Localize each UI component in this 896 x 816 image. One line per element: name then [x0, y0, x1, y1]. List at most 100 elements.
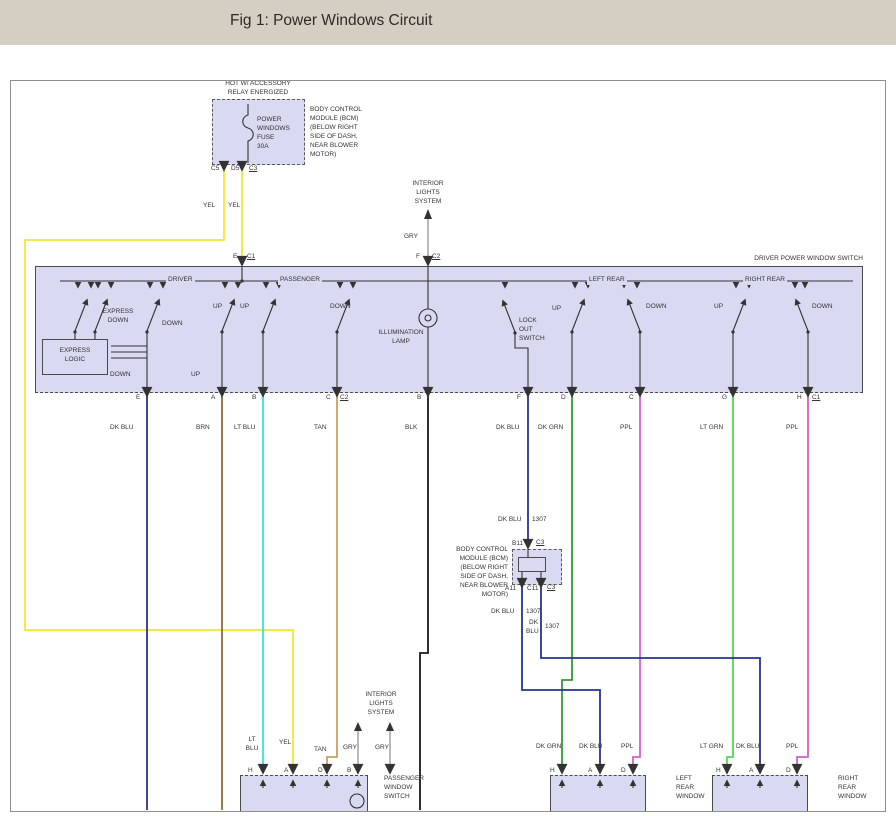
pin-f: F [517, 394, 521, 403]
connector-c1-top: C1 [247, 253, 255, 262]
wire-label-dk-blu-lr-bottom: DK BLU [579, 743, 602, 752]
a11-wire-circuit: 1307 [526, 608, 540, 617]
pin-b11: B11 [512, 540, 523, 549]
wire-label-tan: TAN [314, 424, 327, 433]
c11-wire-circuit: 1307 [545, 623, 559, 632]
lockout-switch-label: LOCK OUT SWITCH [519, 317, 545, 344]
switch-internals [60, 267, 853, 394]
switch-blade-left-rear-up [572, 300, 584, 331]
wire-label-brn: BRN [196, 424, 210, 433]
switch-blade-lockout [503, 301, 515, 332]
passenger-lamp-icon [350, 794, 364, 808]
bcm-stubs [522, 549, 541, 586]
bcm-in-wire-color: DK BLU [498, 516, 521, 525]
connector-c3-bcm-top: C3 [536, 539, 544, 548]
switch-blade-left-rear-down [628, 300, 640, 331]
arrow-up-interior-top-icon [424, 209, 432, 219]
wire-label-dk-grn: DK GRN [538, 424, 563, 433]
wire-label-ppl-rr-bottom: PPL [786, 743, 798, 752]
interior-lights-top-label: INTERIOR LIGHTS SYSTEM [398, 180, 458, 207]
wire-label-gry-bottom-2: GRY [375, 744, 389, 753]
hot-relay-label: HOT W/ ACCESSORY RELAY ENERGIZED [203, 80, 313, 98]
fuse-element [243, 104, 254, 163]
pin-a: A [211, 394, 215, 403]
left-rear-switch-label: LEFT REAR WINDOW [676, 775, 705, 802]
fuse-label: POWER WINDOWS FUSE 30A [257, 116, 290, 152]
connector-c1-bottom: C1 [812, 394, 820, 403]
wire-lt-grn-g [727, 395, 733, 772]
pin-h: H [797, 394, 802, 403]
a11-wire-color: DK BLU [491, 608, 514, 617]
wire-tan-c [327, 395, 337, 772]
connector-c3-bcm-bottom: C3 [547, 584, 555, 593]
pin-c2: C [629, 394, 634, 403]
label-driver-up: UP [213, 303, 222, 312]
c11-wire-color-1: DK [529, 619, 538, 628]
wire-label-ppl-1: PPL [620, 424, 632, 433]
bottom-box-internals [263, 781, 797, 808]
label-output-down: DOWN [110, 371, 131, 380]
wire-ppl-c-left-rear [633, 395, 640, 772]
wire-label-lt-grn-bottom: LT GRN [700, 743, 723, 752]
switch-blade-passenger-up [263, 300, 275, 331]
pin-f-top: F [416, 253, 420, 262]
wire-label-lt-grn: LT GRN [700, 424, 723, 433]
connector-c2-top: C2 [432, 253, 440, 262]
illumination-lamp-icon [419, 309, 437, 327]
section-driver: DRIVER [166, 276, 195, 285]
pin-b2: B [417, 394, 421, 403]
wire-label-yel-bottom: YEL [279, 739, 291, 748]
wire-label-dk-grn-bottom: DK GRN [536, 743, 561, 752]
passenger-pin-a: A [284, 767, 288, 776]
label-right-rear-up: UP [714, 303, 723, 312]
wire-label-dk-blu-e: DK BLU [110, 424, 133, 433]
wire-label-ppl-lr-bottom: PPL [621, 743, 633, 752]
pin-e: E [136, 394, 140, 403]
right-rear-pin-d: D [786, 767, 791, 776]
label-passenger-up: UP [240, 303, 249, 312]
passenger-switch-label: PASSENGER WINDOW SWITCH [384, 775, 424, 802]
pin-c: C [326, 394, 331, 403]
switch-box-title: DRIVER POWER WINDOW SWITCH [735, 255, 863, 264]
left-rear-pin-d: D [621, 767, 626, 776]
switch-blade-express-1 [75, 300, 87, 331]
bcm-in-wire-circuit: 1307 [532, 516, 546, 525]
pin-g: G [722, 394, 727, 403]
c11-wire-color-2: BLU [526, 628, 539, 637]
section-passenger: PASSENGER [278, 276, 322, 285]
pin-a11: A11 [505, 585, 516, 594]
passenger-pin-h: H [248, 767, 253, 776]
wire-label-lt-blu-bottom: LT BLU [243, 736, 261, 754]
fuse-symbol [243, 104, 254, 163]
label-passenger-down: DOWN [330, 303, 351, 312]
passenger-pin-b: B [347, 767, 351, 776]
left-rear-pin-a: A [588, 767, 592, 776]
express-down-label: EXPRESS DOWN [97, 308, 139, 326]
pivot-dots [73, 279, 809, 334]
illumination-lamp-label: ILLUMINATION LAMP [372, 329, 430, 347]
left-rear-pin-h: H [550, 767, 555, 776]
label-right-rear-down: DOWN [812, 303, 833, 312]
bcm-note-middle: BODY CONTROL MODULE (BCM) (BELOW RIGHT S… [436, 546, 508, 600]
pin-d: D [561, 394, 566, 403]
passenger-pin-d: D [318, 767, 323, 776]
label-left-rear-up: UP [552, 305, 561, 314]
section-left-rear: LEFT REAR [587, 276, 627, 285]
label-output-up: UP [191, 371, 200, 380]
switch-blade-right-rear-up [733, 300, 745, 331]
switch-blade-driver-down [147, 300, 159, 331]
bcm-note-top: BODY CONTROL MODULE (BCM) (BELOW RIGHT S… [310, 106, 362, 160]
pin-d5: D5 [231, 165, 239, 174]
power-windows-wiring-diagram: Fig 1: Power Windows Circuit EXPRESS LOG… [0, 0, 896, 816]
pin-c5: C5 [211, 165, 219, 174]
right-rear-pin-a: A [749, 767, 753, 776]
wiring-svg [0, 0, 896, 816]
wire-label-ppl-2: PPL [786, 424, 798, 433]
wire-label-dk-blu-rr-bottom: DK BLU [736, 743, 759, 752]
connector-c3: C3 [249, 165, 257, 174]
pin-e-top: E [233, 253, 237, 262]
wire-dk-grn-d [562, 395, 572, 772]
arrow-up-interior-bottom-1-icon [354, 722, 362, 731]
wire-label-tan-bottom: TAN [314, 746, 327, 755]
wire-label-gry-top: GRY [404, 233, 418, 242]
